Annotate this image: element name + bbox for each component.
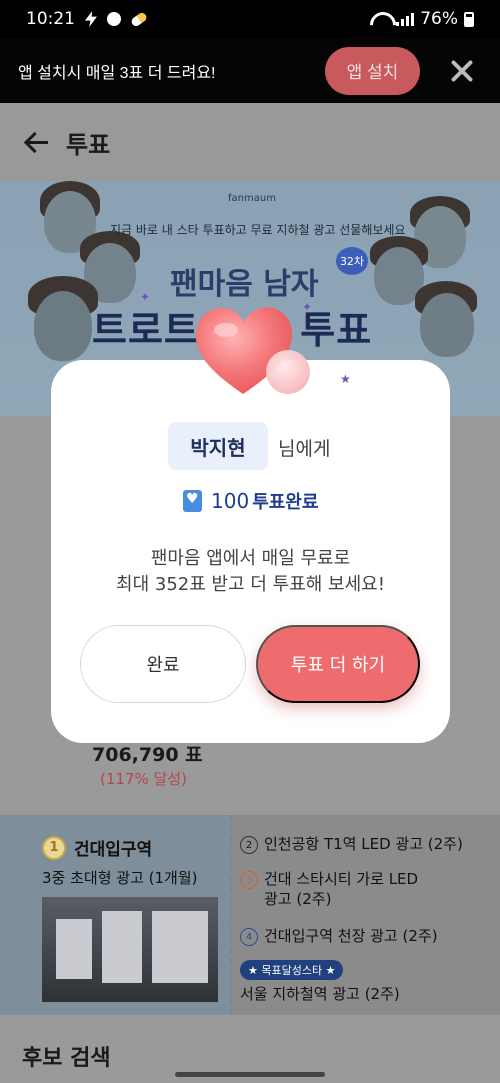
back-arrow-icon[interactable]	[24, 131, 50, 153]
vote-complete-row: 100 투표완료	[183, 488, 318, 514]
hero-title-line1: 팬마음 남자	[170, 267, 319, 302]
install-app-button[interactable]: 앱 설치	[325, 46, 420, 95]
ad-item: 4 건대입구역 천장 광고 (2주)	[240, 927, 438, 947]
pill-icon	[129, 10, 149, 28]
wifi-icon	[370, 12, 390, 26]
close-icon[interactable]	[442, 51, 482, 91]
install-banner: 앱 설치시 매일 3표 더 드려요! 앱 설치	[0, 38, 500, 103]
goal-star-badge: ★ 목표달성스타 ★	[240, 960, 344, 980]
app-notification-icon	[107, 12, 121, 26]
page-title: 투표	[66, 130, 111, 159]
vote-count: 100	[211, 489, 250, 513]
hero-round-badge: 32차	[336, 247, 368, 275]
ad-item: 2 인천공항 T1역 LED 광고 (2주)	[240, 835, 463, 855]
vote-complete-label: 투표완료	[252, 492, 319, 513]
ad-main-photo	[42, 897, 218, 1002]
modal-message-line1: 팬마음 앱에서 매일 무료로	[150, 548, 351, 569]
sparkle-icon: ★	[340, 372, 351, 386]
status-bar: 10:21 76%	[0, 0, 500, 38]
name-suffix: 님에게	[278, 438, 331, 460]
notification-icon	[85, 11, 97, 27]
battery-percent: 76%	[420, 9, 458, 29]
ad-rewards-section: 1 건대입구역 3중 초대형 광고 (1개월) 2 인천공항 T1역 LED 광…	[0, 815, 500, 1015]
sparkle-icon: ✦	[140, 290, 151, 304]
sparkle-icon: ✦	[302, 300, 313, 314]
ad-item: 3 건대 스타시티 가로 LED 광고 (2주)	[240, 870, 420, 909]
vote-total: 706,790 표	[92, 744, 203, 766]
ad-main-number: 1	[42, 835, 66, 860]
ad-divider	[230, 815, 232, 1015]
modal-message-line2: 최대 352표 받고 더 투표해 보세요!	[116, 574, 385, 596]
home-indicator[interactable]	[175, 1072, 325, 1077]
page-header: 투표	[0, 103, 500, 181]
heart-badge-icon	[183, 490, 202, 512]
hero-subtitle: 지금 바로 내 스타 투표하고 무료 지하철 광고 선물해보세요	[110, 223, 406, 237]
status-time: 10:21	[26, 9, 75, 29]
vote-percent: (117% 달성)	[100, 770, 187, 788]
battery-icon	[464, 11, 474, 27]
candidate-search-title: 후보 검색	[22, 1046, 111, 1071]
candidate-name: 박지현	[168, 422, 268, 470]
heart-icon	[195, 307, 310, 394]
signal-icon	[396, 12, 415, 26]
modal-message: 팬마음 앱에서 매일 무료로 최대 352표 받고 더 투표해 보세요!	[51, 546, 450, 598]
ad-main: 1 건대입구역 3중 초대형 광고 (1개월)	[0, 815, 230, 1015]
done-button[interactable]: 완료	[80, 625, 246, 703]
hero-brand-logo: fanmaum	[228, 193, 276, 204]
ad-main-subtitle: 3중 초대형 광고 (1개월)	[42, 869, 198, 887]
ad-item-subway: 서울 지하철역 광고 (2주)	[240, 985, 400, 1003]
install-banner-text: 앱 설치시 매일 3표 더 드려요!	[18, 64, 216, 82]
ad-main-title: 건대입구역	[74, 840, 153, 860]
vote-more-button[interactable]: 투표 더 하기	[256, 625, 420, 703]
